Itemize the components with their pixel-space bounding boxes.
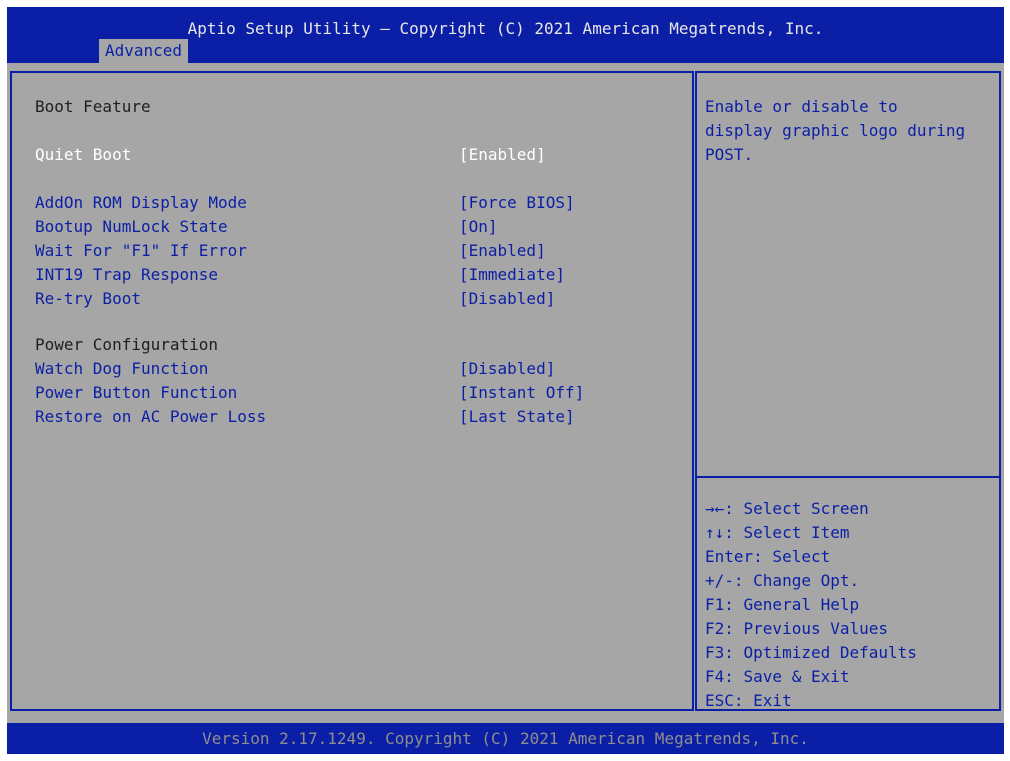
help-divider [697,476,999,478]
key-select-screen: →←: Select Screen [705,499,869,518]
footer-version: Version 2.17.1249. Copyright (C) 2021 Am… [202,729,809,748]
bootup-numlock-value[interactable]: [On] [459,217,498,237]
restore-ac-power-loss-value[interactable]: [Last State] [459,407,575,427]
help-line-1: Enable or disable to [705,97,898,116]
quiet-boot-value[interactable]: [Enabled] [459,145,546,165]
key-enter-select: Enter: Select [705,547,831,566]
retry-boot-label[interactable]: Re-try Boot [35,289,141,309]
help-panel: Enable or disable to display graphic log… [695,71,1001,711]
key-change-opt: +/-: Change Opt. [705,571,860,590]
watch-dog-function-label[interactable]: Watch Dog Function [35,359,208,379]
restore-ac-power-loss-label[interactable]: Restore on AC Power Loss [35,407,266,427]
key-esc-exit: ESC: Exit [705,691,792,710]
wait-for-f1-value[interactable]: [Enabled] [459,241,546,261]
quiet-boot-label[interactable]: Quiet Boot [35,145,131,165]
watch-dog-function-value[interactable]: [Disabled] [459,359,555,379]
key-f2-previous-values: F2: Previous Values [705,619,889,638]
key-select-item: ↑↓: Select Item [705,523,850,542]
int19-trap-response-label[interactable]: INT19 Trap Response [35,265,218,285]
key-f1-general-help: F1: General Help [705,595,860,614]
wait-for-f1-label[interactable]: Wait For "F1" If Error [35,241,247,261]
help-line-2: display graphic logo during [705,121,966,140]
bootup-numlock-label[interactable]: Bootup NumLock State [35,217,228,237]
section-power-configuration: Power Configuration [35,335,219,354]
addon-rom-display-mode-label[interactable]: AddOn ROM Display Mode [35,193,247,213]
tab-advanced[interactable]: Advanced [99,39,189,63]
help-line-3: POST. [705,145,754,164]
retry-boot-value[interactable]: [Disabled] [459,289,555,309]
power-button-function-value[interactable]: [Instant Off] [459,383,584,403]
power-button-function-label[interactable]: Power Button Function [35,383,237,403]
addon-rom-display-mode-value[interactable]: [Force BIOS] [459,193,575,213]
bios-screen: Aptio Setup Utility – Copyright (C) 2021… [7,7,1004,754]
int19-trap-response-value[interactable]: [Immediate] [459,265,565,285]
settings-panel: Boot Feature Quiet Boot [Enabled] AddOn … [10,71,694,711]
section-boot-feature: Boot Feature [35,97,151,116]
header-bar: Aptio Setup Utility – Copyright (C) 2021… [7,7,1004,63]
header-title: Aptio Setup Utility – Copyright (C) 2021… [187,19,824,38]
key-f3-optimized-defaults: F3: Optimized Defaults [705,643,917,662]
key-f4-save-exit: F4: Save & Exit [705,667,850,686]
footer-bar: Version 2.17.1249. Copyright (C) 2021 Am… [7,723,1004,754]
